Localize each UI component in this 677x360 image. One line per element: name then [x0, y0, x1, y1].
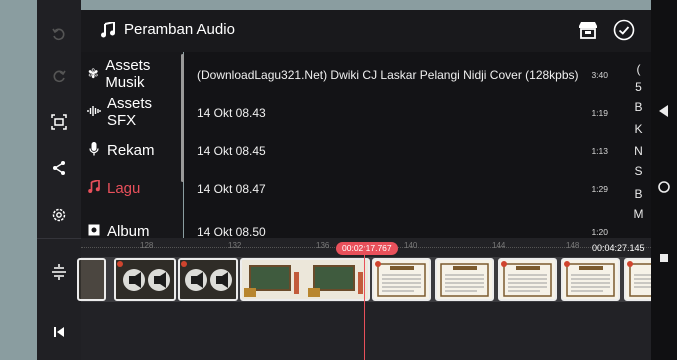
- category-album[interactable]: Album: [81, 212, 183, 238]
- list-item[interactable]: (DownloadLagu321.Net) Dwiki CJ Laskar Pe…: [184, 55, 626, 93]
- category-lagu[interactable]: Lagu: [81, 169, 183, 207]
- alphabet-index[interactable]: ( 5 B K N S B M: [626, 52, 651, 238]
- song-title: (DownloadLagu321.Net) Dwiki CJ Laskar Pe…: [197, 68, 579, 82]
- music-assets-icon: ✾: [87, 66, 99, 81]
- index-letter[interactable]: B: [626, 187, 651, 201]
- ruler-tick: 144: [492, 241, 506, 250]
- list-item[interactable]: 14 Okt 08.50 1:20: [184, 212, 626, 238]
- album-icon: [87, 224, 101, 239]
- category-list: ✾ Assets Musik Assets SFX Rekam Lagu Alb…: [81, 52, 183, 238]
- video-clip[interactable]: [114, 258, 176, 301]
- category-label: Album: [107, 222, 150, 239]
- index-letter[interactable]: N: [626, 144, 651, 158]
- layer-adjust-icon[interactable]: [37, 252, 81, 292]
- playhead-time: 00:02:17.767: [336, 242, 398, 255]
- undo-icon[interactable]: [37, 14, 81, 54]
- index-letter[interactable]: M: [626, 207, 651, 221]
- video-clip[interactable]: [498, 258, 557, 301]
- list-item[interactable]: 14 Okt 08.43 1:19: [184, 93, 626, 131]
- song-duration: 3:40: [591, 70, 608, 80]
- sfx-icon: [87, 105, 101, 120]
- store-icon[interactable]: [578, 21, 598, 44]
- song-title: 14 Okt 08.43: [197, 106, 266, 120]
- confirm-check-icon[interactable]: [613, 19, 635, 46]
- category-assets-musik[interactable]: ✾ Assets Musik: [81, 55, 183, 93]
- category-label: Assets Musik: [105, 57, 151, 91]
- timeline[interactable]: 128 132 136 140 144 148 00:02:17.767 00:…: [77, 238, 664, 360]
- settings-icon[interactable]: [37, 195, 81, 235]
- song-list: (DownloadLagu321.Net) Dwiki CJ Laskar Pe…: [184, 52, 626, 238]
- category-label: Lagu: [107, 179, 141, 197]
- back-icon[interactable]: [651, 96, 677, 126]
- rail-divider: [37, 238, 81, 239]
- panel-title: Peramban Audio: [124, 21, 235, 38]
- video-clip[interactable]: [77, 258, 106, 301]
- microphone-icon: [87, 141, 101, 159]
- playhead[interactable]: [364, 248, 365, 360]
- category-rekam[interactable]: Rekam: [81, 131, 183, 169]
- ruler-tick: 128: [140, 241, 154, 250]
- system-navigation-bar: [651, 0, 677, 360]
- video-clip[interactable]: [178, 258, 238, 301]
- video-clip[interactable]: [435, 258, 494, 301]
- redo-icon[interactable]: [37, 56, 81, 96]
- index-letter[interactable]: B: [626, 100, 651, 114]
- music-note-icon: [87, 178, 101, 196]
- home-icon[interactable]: [651, 172, 677, 202]
- index-letter[interactable]: (: [626, 62, 651, 76]
- index-letter[interactable]: S: [626, 164, 651, 178]
- video-track: [77, 257, 664, 302]
- category-assets-sfx[interactable]: Assets SFX: [81, 93, 183, 131]
- ruler-tick: 136: [316, 241, 330, 250]
- index-letter[interactable]: 5: [626, 80, 651, 94]
- category-label: Rekam: [107, 141, 155, 159]
- app-screen: Peramban Audio ✾ Assets Musik Assets SFX…: [0, 0, 677, 360]
- index-letter[interactable]: K: [626, 122, 651, 136]
- video-clip[interactable]: [561, 258, 620, 301]
- ruler-tick: 148: [566, 241, 580, 250]
- fit-screen-icon[interactable]: [37, 102, 81, 142]
- tool-rail: [37, 0, 81, 360]
- song-duration: 1:29: [591, 184, 608, 194]
- skip-to-start-icon[interactable]: [37, 312, 81, 352]
- song-duration: 1:13: [591, 146, 608, 156]
- ruler-tick: 140: [404, 241, 418, 250]
- recents-icon[interactable]: [651, 243, 677, 273]
- song-title: 14 Okt 08.47: [197, 182, 266, 196]
- song-duration: 1:19: [591, 108, 608, 118]
- song-title: 14 Okt 08.45: [197, 144, 266, 158]
- ruler-tick: 132: [228, 241, 242, 250]
- list-item[interactable]: 14 Okt 08.45 1:13: [184, 131, 626, 169]
- audio-browser-header: Peramban Audio: [81, 10, 651, 52]
- music-note-icon: [101, 20, 115, 43]
- video-clip[interactable]: [240, 258, 370, 301]
- song-title: 14 Okt 08.50: [197, 225, 266, 238]
- list-item[interactable]: 14 Okt 08.47 1:29: [184, 169, 626, 207]
- total-duration: 00:04:27.145: [592, 243, 645, 253]
- song-duration: 1:20: [591, 227, 608, 237]
- video-clip[interactable]: [372, 258, 431, 301]
- share-icon[interactable]: [37, 148, 81, 188]
- category-label: Assets SFX: [107, 95, 153, 129]
